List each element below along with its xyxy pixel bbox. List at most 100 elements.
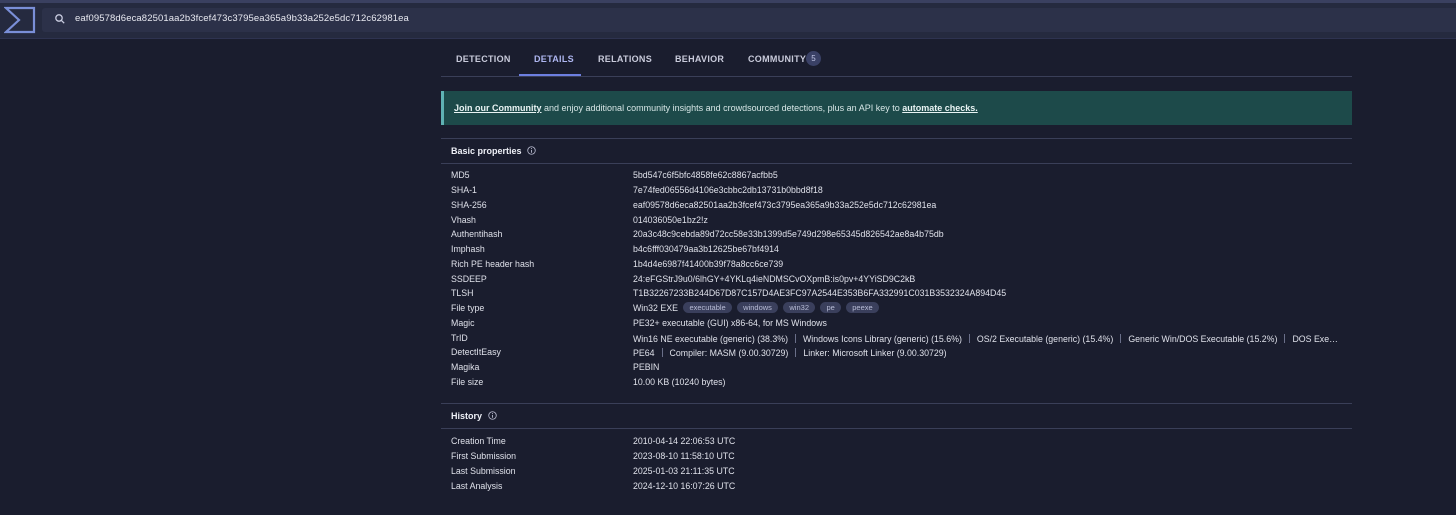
property-row-vhash: Vhash 014036050e1bz2!z	[441, 213, 1352, 228]
property-key: Magic	[451, 318, 475, 328]
tab-community[interactable]: COMMUNITY	[748, 54, 806, 64]
property-key: Imphash	[451, 244, 485, 254]
trid-entry: Generic Win/DOS Executable (15.2%)	[1128, 334, 1278, 344]
property-key: Magika	[451, 362, 480, 372]
history-header: History	[441, 404, 1352, 429]
history-value: 2010-04-14 22:06:53 UTC	[633, 436, 736, 446]
file-type-tag[interactable]: win32	[783, 302, 815, 313]
property-key: MD5	[451, 170, 470, 180]
property-value: PEBIN	[633, 362, 660, 372]
file-type-tag[interactable]: executable	[683, 302, 732, 313]
automate-checks-link[interactable]: automate checks.	[902, 103, 978, 113]
property-row-magic: Magic PE32+ executable (GUI) x86-64, for…	[441, 316, 1352, 331]
die-entry: Compiler: MASM (9.00.30729)	[669, 348, 789, 358]
top-bar: eaf09578d6eca82501aa2b3fcef473c3795ea365…	[0, 0, 1456, 39]
info-icon[interactable]	[527, 146, 536, 155]
property-key: SHA-256	[451, 200, 487, 210]
search-icon[interactable]	[54, 13, 66, 25]
search-input[interactable]: eaf09578d6eca82501aa2b3fcef473c3795ea365…	[75, 13, 409, 24]
history-key: Creation Time	[451, 436, 506, 446]
history-section: History Creation Time 2010-04-14 22:06:5…	[441, 403, 1352, 515]
info-icon[interactable]	[488, 411, 497, 420]
property-key: Rich PE header hash	[451, 259, 535, 269]
property-row-detectiteasy: DetectItEasy PE64 Compiler: MASM (9.00.30…	[441, 345, 1352, 360]
trid-entry: Windows Icons Library (generic) (15.6%)	[803, 334, 962, 344]
history-title: History	[451, 411, 483, 421]
history-row-last-submission: Last Submission 2025-01-03 21:11:35 UTC	[441, 464, 1352, 479]
separator	[795, 348, 797, 357]
property-value: 1b4d4e6987f41400b39f78a8cc6ce739	[633, 259, 784, 269]
separator	[795, 334, 796, 343]
property-key: File size	[451, 377, 484, 387]
property-row-tlsh: TLSH T1B32267233B244D67D87C157D4AE3FC97A…	[441, 286, 1352, 301]
property-value: b4c6fff030479aa3b12625be67bf4914	[633, 244, 779, 254]
trid-entry: Win16 NE executable (generic) (38.3%)	[633, 334, 788, 344]
virustotal-logo-icon[interactable]	[4, 6, 36, 34]
property-value: 10.00 KB (10240 bytes)	[633, 377, 726, 387]
file-type-tag[interactable]: pe	[820, 302, 841, 313]
trid-entry: DOS Exe…	[1292, 334, 1338, 344]
active-tab-indicator	[519, 74, 581, 76]
history-value: 2023-08-10 11:58:10 UTC	[633, 451, 735, 461]
property-row-authentihash: Authentihash 20a3c48c9cebda89d72cc58e33b…	[441, 227, 1352, 242]
community-count-badge: 5	[806, 51, 821, 66]
basic-properties-section: Basic properties MD5 5bd547c6f5bfc4858fe…	[441, 138, 1352, 404]
history-value: 2025-01-03 21:11:35 UTC	[633, 466, 735, 476]
property-value: 5bd547c6f5bfc4858fe62c8867acfbb5	[633, 170, 778, 180]
property-row-magika: Magika PEBIN	[441, 360, 1352, 375]
property-key: Vhash	[451, 215, 476, 225]
separator	[1120, 334, 1122, 343]
die-entry: PE64	[633, 348, 655, 358]
basic-properties-header: Basic properties	[441, 139, 1352, 164]
property-key: SHA-1	[451, 185, 477, 195]
history-key: Last Submission	[451, 466, 516, 476]
tab-bar: DETECTION DETAILS RELATIONS BEHAVIOR COM…	[441, 38, 1352, 77]
property-value: T1B32267233B244D67D87C157D4AE3FC97A2544E…	[633, 288, 1007, 298]
property-key: TLSH	[451, 288, 474, 298]
search-bar[interactable]: eaf09578d6eca82501aa2b3fcef473c3795ea365…	[42, 8, 1456, 32]
property-row-file-type: File type Win32 EXE executable windows w…	[441, 301, 1352, 316]
property-row-trid: TrID Win16 NE executable (generic) (38.3…	[441, 331, 1352, 346]
history-row-last-analysis: Last Analysis 2024-12-10 16:07:26 UTC	[441, 479, 1352, 494]
history-row-creation-time: Creation Time 2010-04-14 22:06:53 UTC	[441, 434, 1352, 449]
property-value: PE32+ executable (GUI) x86-64, for MS Wi…	[633, 318, 827, 328]
tab-relations[interactable]: RELATIONS	[598, 54, 652, 64]
property-value: PE64 Compiler: MASM (9.00.30729) Linker: M…	[633, 347, 947, 358]
history-key: First Submission	[451, 451, 517, 461]
join-community-link[interactable]: Join our Community	[454, 103, 542, 113]
basic-properties-title: Basic properties	[451, 146, 522, 156]
die-entry: Linker: Microsoft Linker (9.00.30729)	[803, 348, 947, 358]
property-value: Win16 NE executable (generic) (38.3%) Win…	[633, 333, 1348, 344]
property-row-imphash: Imphash b4c6fff030479aa3b12625be67bf4914	[441, 242, 1352, 257]
property-value: Win32 EXE executable windows win32 pe pe…	[633, 302, 879, 314]
separator	[661, 348, 663, 357]
property-value: 24:eFGStrJ9u0/6lhGY+4YKLq4ieNDMSCvOXpmB:…	[633, 274, 916, 284]
property-row-file-size: File size 10.00 KB (10240 bytes)	[441, 375, 1352, 390]
trid-entry: OS/2 Executable (generic) (15.4%)	[976, 334, 1114, 344]
history-row-first-submission: First Submission 2023-08-10 11:58:10 UTC	[441, 449, 1352, 464]
banner-text: and enjoy additional community insights …	[541, 103, 903, 113]
separator	[968, 334, 970, 343]
property-value: 014036050e1bz2!z	[633, 215, 708, 225]
property-key: Authentihash	[451, 229, 503, 239]
property-key: DetectItEasy	[451, 347, 501, 357]
property-value: 20a3c48c9cebda89d72cc58e33b1399d5e749d29…	[633, 229, 944, 239]
history-key: Last Analysis	[451, 481, 503, 491]
property-row-ssdeep: SSDEEP 24:eFGStrJ9u0/6lhGY+4YKLq4ieNDMSC…	[441, 272, 1352, 287]
tab-details[interactable]: DETAILS	[534, 54, 574, 64]
property-row-sha1: SHA-1 7e74fed06556d4106e3cbbc2db13731b0b…	[441, 183, 1352, 198]
property-key: TrID	[451, 333, 468, 343]
property-key: File type	[451, 303, 485, 313]
property-value: 7e74fed06556d4106e3cbbc2db13731b0bbd8f18	[633, 185, 823, 195]
property-row-md5: MD5 5bd547c6f5bfc4858fe62c8867acfbb5	[441, 168, 1352, 183]
file-type-tag[interactable]: peexe	[846, 302, 879, 313]
file-type-tag[interactable]: windows	[737, 302, 778, 313]
file-type-value: Win32 EXE	[633, 303, 678, 313]
property-key: SSDEEP	[451, 274, 487, 284]
separator	[1284, 334, 1286, 343]
property-row-sha256: SHA-256 eaf09578d6eca82501aa2b3fcef473c3…	[441, 198, 1352, 213]
top-bar-edge	[0, 0, 1456, 3]
tab-behavior[interactable]: BEHAVIOR	[675, 54, 724, 64]
history-value: 2024-12-10 16:07:26 UTC	[633, 481, 736, 491]
tab-detection[interactable]: DETECTION	[456, 54, 511, 64]
